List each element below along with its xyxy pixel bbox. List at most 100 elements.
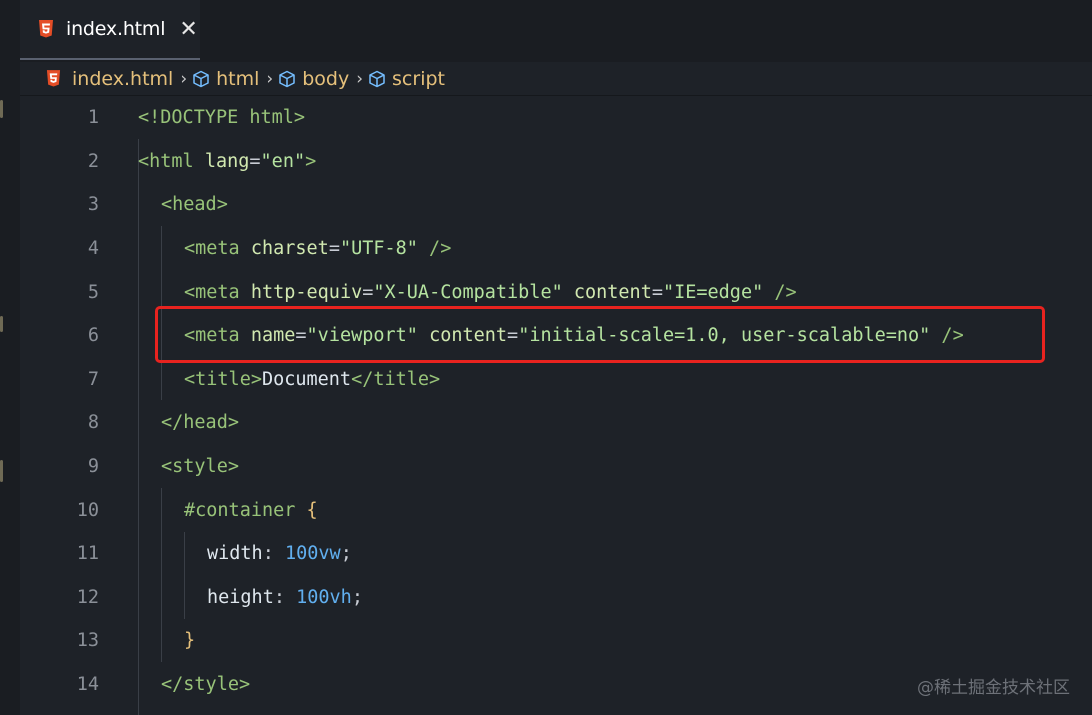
breadcrumb-label: script bbox=[392, 67, 445, 90]
line-number: 1 bbox=[87, 107, 99, 129]
breadcrumb: index.html › html › body › script bbox=[20, 62, 1092, 96]
code-text: <!DOCTYPE html> bbox=[138, 107, 305, 128]
code-token: /> bbox=[417, 238, 452, 260]
code-text: height: 100vh; bbox=[207, 587, 363, 608]
line-number: 13 bbox=[76, 630, 99, 652]
line-number: 6 bbox=[87, 325, 99, 347]
breadcrumb-item-script[interactable]: script bbox=[368, 68, 445, 90]
code-token: = bbox=[328, 238, 340, 260]
code-line[interactable]: 3 <head> bbox=[20, 183, 1092, 227]
line-number: 14 bbox=[76, 674, 99, 696]
breadcrumb-item-file[interactable]: index.html bbox=[46, 68, 173, 90]
cube-icon bbox=[279, 70, 295, 87]
breadcrumb-separator: › bbox=[266, 68, 274, 89]
code-text: width: 100vw; bbox=[207, 543, 352, 564]
gutter-marker bbox=[0, 460, 3, 482]
code-token: <meta bbox=[184, 238, 240, 260]
code-token: = bbox=[362, 281, 374, 303]
html5-icon bbox=[46, 70, 61, 87]
code-token: 100vh bbox=[296, 586, 352, 608]
line-number: 3 bbox=[87, 194, 99, 216]
code-token: "X-UA-Compatible" bbox=[373, 281, 563, 303]
tab-index-html[interactable]: index.html ✕ bbox=[20, 0, 200, 60]
code-token: <meta bbox=[184, 281, 240, 303]
code-line[interactable]: 1 <!DOCTYPE html> bbox=[20, 96, 1092, 140]
code-line[interactable]: 4 <meta charset="UTF-8" /> bbox=[20, 227, 1092, 271]
breadcrumb-item-body[interactable]: body bbox=[278, 68, 349, 90]
code-token: ; bbox=[340, 543, 352, 565]
code-text: <html lang="en"> bbox=[138, 151, 316, 172]
code-token: = bbox=[651, 281, 663, 303]
code-token: <title> bbox=[184, 368, 262, 390]
code-token: 100vw bbox=[284, 543, 341, 565]
code-token: "en" bbox=[260, 150, 306, 172]
line-number: 11 bbox=[76, 543, 99, 565]
gutter-marker bbox=[0, 100, 3, 118]
code-token: : bbox=[262, 543, 285, 565]
tab-bar: index.html ✕ bbox=[20, 0, 1092, 62]
activity-strip bbox=[0, 0, 20, 715]
breadcrumb-separator: › bbox=[356, 68, 364, 89]
line-number: 2 bbox=[87, 150, 99, 172]
close-icon[interactable]: ✕ bbox=[179, 17, 197, 42]
code-text: <meta charset="UTF-8" /> bbox=[184, 238, 451, 259]
cube-icon bbox=[193, 70, 209, 87]
code-editor[interactable]: 1 <!DOCTYPE html> 2 <html lang="en"> 3 <head>… bbox=[20, 96, 1092, 715]
line-number: 5 bbox=[87, 281, 99, 303]
code-token: { bbox=[306, 499, 318, 521]
code-line[interactable]: 11 width: 100vw; bbox=[20, 532, 1092, 576]
code-token: #container bbox=[184, 499, 296, 521]
code-token: </style> bbox=[161, 674, 251, 696]
code-token: charset bbox=[239, 238, 329, 260]
code-line[interactable]: 7 <title>Document</title> bbox=[20, 358, 1092, 402]
line-number: 10 bbox=[76, 499, 99, 521]
html5-icon bbox=[39, 20, 53, 38]
breadcrumb-separator: › bbox=[180, 68, 188, 89]
code-token: = bbox=[249, 150, 261, 172]
breadcrumb-item-html[interactable]: html bbox=[192, 68, 259, 90]
breadcrumb-label: body bbox=[302, 67, 350, 90]
code-token: > bbox=[305, 150, 317, 172]
breadcrumb-label: html bbox=[216, 67, 260, 90]
line-number: 8 bbox=[87, 412, 99, 434]
code-token: <!DOCTYPE html> bbox=[138, 107, 306, 129]
code-token: <head> bbox=[161, 194, 228, 216]
code-token: /> bbox=[763, 281, 797, 303]
code-line[interactable]: 13} bbox=[20, 619, 1092, 663]
line-number: 4 bbox=[87, 238, 99, 260]
code-text: #container { bbox=[184, 500, 318, 521]
code-token: height bbox=[207, 586, 274, 608]
code-token: <style> bbox=[161, 456, 239, 478]
code-token: </title> bbox=[351, 368, 441, 390]
code-token: ; bbox=[351, 586, 363, 608]
breadcrumb-label: index.html bbox=[72, 67, 174, 90]
code-token: <html bbox=[138, 150, 194, 172]
code-text: </head> bbox=[161, 412, 239, 433]
code-token: "IE=edge" bbox=[662, 281, 764, 303]
code-line[interactable]: 2 <html lang="en"> bbox=[20, 140, 1092, 184]
tab-label: index.html bbox=[66, 18, 166, 40]
line-number: 12 bbox=[76, 586, 99, 608]
code-token: Document bbox=[261, 368, 352, 390]
code-token: lang bbox=[193, 150, 250, 172]
code-text: <style> bbox=[161, 456, 239, 477]
code-token: width bbox=[207, 543, 263, 565]
code-token: } bbox=[184, 630, 196, 652]
code-token: "UTF-8" bbox=[339, 238, 418, 260]
cube-icon bbox=[369, 70, 385, 87]
code-token: content bbox=[562, 281, 652, 303]
line-number: 7 bbox=[87, 368, 99, 390]
code-text: <meta http-equiv="X-UA-Compatible" conte… bbox=[184, 282, 797, 303]
code-text: } bbox=[184, 630, 195, 651]
gutter-marker bbox=[0, 316, 3, 332]
code-line[interactable]: 10 #container { bbox=[20, 488, 1092, 532]
code-token: </head> bbox=[161, 412, 239, 434]
code-line[interactable]: 12 height: 100vh; bbox=[20, 576, 1092, 620]
code-text: <title>Document</title> bbox=[184, 369, 440, 390]
code-text: <head> bbox=[161, 194, 228, 215]
code-token: http-equiv bbox=[239, 281, 363, 303]
code-line[interactable]: 8 </head> bbox=[20, 401, 1092, 445]
code-line[interactable]: 9 <style> bbox=[20, 445, 1092, 489]
code-text: </style> bbox=[161, 674, 250, 695]
